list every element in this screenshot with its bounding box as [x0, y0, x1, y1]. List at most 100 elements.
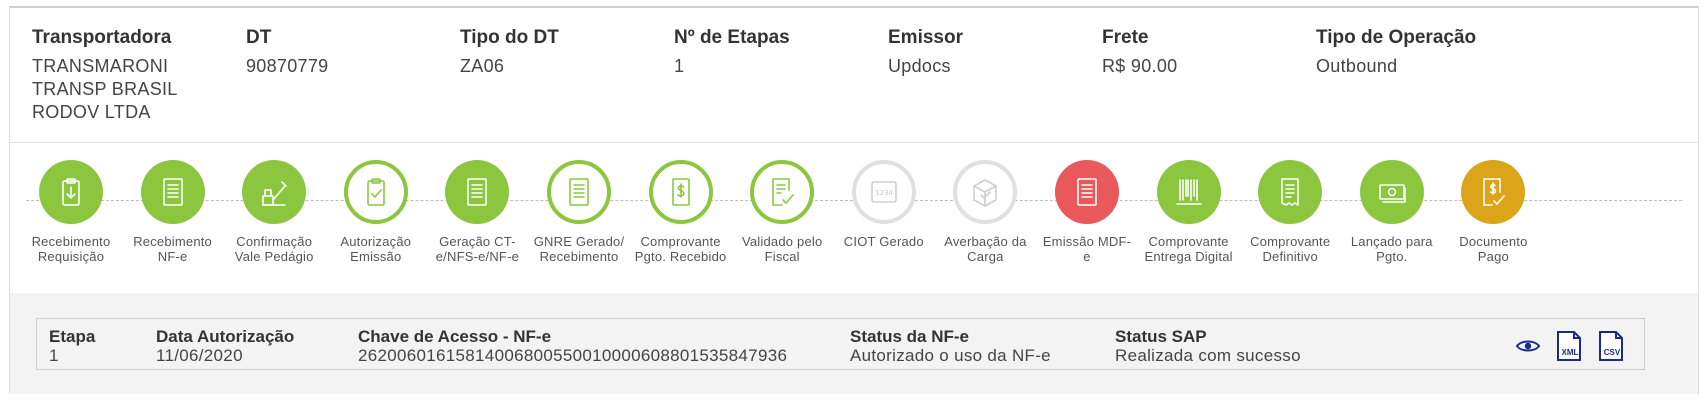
step-label-line: Emissão — [350, 249, 402, 264]
info-label: Frete — [1102, 27, 1149, 48]
process-step[interactable]: Geração CT-e/NFS-e/NF-e — [422, 160, 532, 264]
info-value: Outbound — [1316, 55, 1536, 78]
info-value-line: ZA06 — [460, 56, 505, 76]
step-label-line: Recebimento — [31, 234, 111, 249]
step-label-line: Autorização — [340, 234, 412, 249]
info-tipo-operacao: Tipo de Operação Outbound — [1316, 26, 1536, 78]
step-status-circle — [343, 160, 408, 224]
process-step[interactable]: Comprovante Definitivo — [1235, 160, 1345, 264]
detail-label: Data Autorização — [156, 327, 295, 346]
step-label-line: Requisição — [37, 249, 105, 264]
step-label-line: Geração CT- — [439, 234, 516, 249]
document-lines-icon — [1077, 178, 1097, 206]
step-label-line: Comprovante — [1148, 234, 1229, 249]
process-step[interactable]: Lançado para Pgto. — [1337, 160, 1447, 264]
step-label: GNRE Gerado/Recebimento — [524, 234, 634, 264]
process-step[interactable]: GNRE Gerado/Recebimento — [524, 160, 634, 264]
step-label: Averbação da Carga — [930, 234, 1040, 264]
info-emissor: Emissor Updocs — [888, 26, 1108, 78]
step-label: Comprovante Pgto. Recebido — [626, 234, 736, 264]
step-status-circle — [140, 160, 205, 224]
process-step[interactable]: Recebimento NF-e — [118, 160, 228, 264]
process-step[interactable]: Autorização Emissão — [321, 160, 431, 264]
detail-status-sap: Status SAP Realizada com sucesso — [1115, 327, 1301, 365]
step-label: Recebimento Requisição — [16, 234, 126, 264]
view-icon[interactable] — [1514, 331, 1542, 361]
detail-label: Chave de Acesso - NF-e — [358, 327, 552, 346]
step-label-line: e/NFS-e/NF-e — [435, 249, 520, 264]
xml-file-icon[interactable]: XML — [1556, 331, 1584, 361]
step-status-circle — [1359, 160, 1424, 224]
step-label-line: Pago — [1477, 249, 1509, 264]
step-label-line: GNRE Gerado/ — [533, 234, 625, 249]
process-step[interactable]: Validado pelo Fiscal — [727, 160, 837, 264]
step-status-circle — [242, 160, 307, 224]
info-value-line: Outbound — [1316, 56, 1398, 76]
document-lines-icon — [569, 178, 589, 206]
info-value-line: 1 — [674, 56, 685, 76]
step-label: Documento Pago — [1438, 234, 1548, 264]
step-label: Comprovante Definitivo — [1235, 234, 1345, 264]
info-value-line: 90870779 — [246, 56, 329, 76]
step-label: Lançado para Pgto. — [1337, 234, 1447, 264]
info-dt: DT 90870779 — [246, 26, 466, 78]
receipt-dollar-icon — [671, 178, 690, 206]
process-step[interactable]: Emissão MDF-e — [1032, 160, 1142, 264]
info-value-line: Updocs — [888, 56, 951, 76]
step-label-line: Pgto. — [1376, 249, 1408, 264]
info-value: R$ 90.00 — [1102, 55, 1322, 78]
step-label: Emissão MDF-e — [1032, 234, 1142, 264]
step-label: Confirmação Vale Pedágio — [219, 234, 329, 264]
step-label-line: CIOT Gerado — [843, 234, 924, 249]
step-label: Geração CT-e/NFS-e/NF-e — [422, 234, 532, 264]
process-step[interactable]: Recebimento Requisição — [16, 160, 126, 264]
box-check-icon — [973, 179, 998, 207]
step-label: Validado pelo Fiscal — [727, 234, 837, 264]
process-step[interactable]: Comprovante Entrega Digital — [1134, 160, 1244, 264]
step-label: Autorização Emissão — [321, 234, 431, 264]
detail-section: Etapa 1 Data Autorização 11/06/2020 Chav… — [10, 293, 1698, 394]
csv-file-label: CSV — [1603, 348, 1621, 357]
detail-value: 1 — [49, 346, 59, 365]
document-lines-icon — [162, 178, 183, 206]
info-label: DT — [246, 27, 272, 48]
info-label: Tipo de Operação — [1316, 27, 1477, 48]
step-status-circle — [953, 160, 1018, 224]
step-label-line: Pgto. Recebido — [634, 249, 727, 264]
step-label-line: Lançado para — [1350, 234, 1433, 249]
info-label: Nº de Etapas — [674, 27, 790, 48]
step-status-circle — [1156, 160, 1221, 224]
info-label: Emissor — [888, 27, 963, 48]
step-label-line: Validado pelo — [741, 234, 823, 249]
info-label: Transportadora — [32, 27, 172, 48]
document-check-icon — [772, 178, 794, 206]
process-step[interactable]: Comprovante Pgto. Recebido — [626, 160, 736, 264]
detail-value: Realizada com sucesso — [1115, 346, 1301, 365]
info-value-line: R$ 90.00 — [1102, 56, 1178, 76]
info-label: Tipo do DT — [460, 27, 559, 48]
info-value: TRANSMARONI TRANSP BRASIL RODOV LTDA — [32, 55, 252, 124]
detail-value: Autorizado o uso da NF-e — [850, 346, 1051, 365]
step-label: Recebimento NF-e — [118, 234, 228, 264]
step-label-line: Recebimento — [539, 249, 619, 264]
detail-label: Etapa — [49, 327, 96, 346]
step-label-line: Averbação da — [944, 234, 1027, 249]
step-status-circle: 1234 — [851, 160, 916, 224]
detail-label: Status da NF-e — [850, 327, 970, 346]
barcode-icon — [1175, 179, 1202, 205]
step-label-line: Recebimento — [133, 234, 212, 249]
info-tipo-dt: Tipo do DT ZA06 — [460, 26, 680, 78]
step-label-line: Documento — [1459, 234, 1528, 249]
detail-label: Status SAP — [1115, 327, 1207, 346]
step-label: CIOT Gerado — [829, 234, 939, 249]
info-transportadora: Transportadora TRANSMARONI TRANSP BRASIL… — [32, 26, 252, 124]
process-step[interactable]: Documento Pago — [1438, 160, 1548, 264]
step-status-circle — [1461, 160, 1526, 224]
process-step[interactable]: 1234 CIOT Gerado — [829, 160, 939, 249]
csv-file-icon[interactable]: CSV — [1598, 331, 1626, 361]
process-step[interactable]: Averbação da Carga — [930, 160, 1040, 264]
step-status-circle — [1258, 160, 1323, 224]
process-steps: Recebimento Requisição Recebimento NF-e Conf… — [10, 143, 1698, 293]
process-step[interactable]: Confirmação Vale Pedágio — [219, 160, 329, 264]
detail-data-autorizacao: Data Autorização 11/06/2020 — [156, 327, 294, 365]
